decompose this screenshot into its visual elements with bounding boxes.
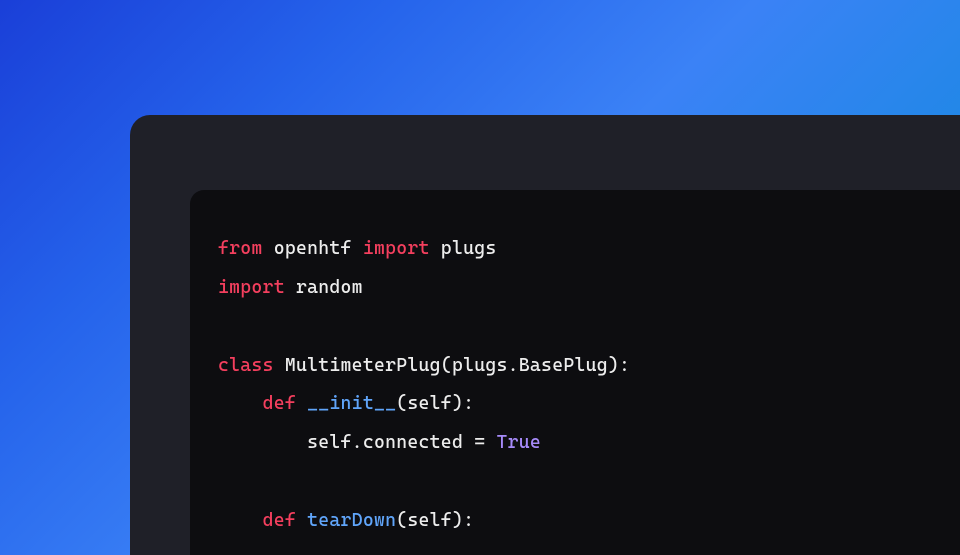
indent [218, 432, 307, 453]
editor-window: from openhtf import plugs import random … [130, 115, 960, 555]
constant-true: True [497, 432, 542, 453]
params-self: (self): [396, 510, 474, 531]
keyword-from: from [218, 238, 263, 259]
module-random: random [285, 277, 363, 298]
class-name: MultimeterPlug(plugs.BasePlug): [274, 355, 630, 376]
name-plugs: plugs [430, 238, 497, 259]
function-init: __init__ [307, 393, 396, 414]
assign-connected: self.connected = [307, 432, 496, 453]
params-self: (self): [396, 393, 474, 414]
space [296, 393, 307, 414]
keyword-class: class [218, 355, 274, 376]
keyword-import: import [363, 238, 430, 259]
function-teardown: tearDown [307, 510, 396, 531]
keyword-def: def [263, 510, 296, 531]
space [296, 510, 307, 531]
python-code-block: from openhtf import plugs import random … [218, 230, 932, 541]
indent [218, 393, 263, 414]
code-editor-panel[interactable]: from openhtf import plugs import random … [190, 190, 960, 555]
indent [218, 510, 263, 531]
module-openhtf: openhtf [263, 238, 363, 259]
keyword-import: import [218, 277, 285, 298]
keyword-def: def [263, 393, 296, 414]
